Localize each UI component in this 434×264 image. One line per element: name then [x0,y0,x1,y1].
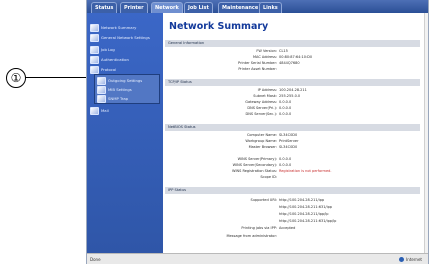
page-icon [97,85,106,94]
section-general-header: General Information [165,40,420,47]
main-content: Network Summary General Information FW V… [165,13,425,253]
sidebar-item-job-log[interactable]: Job Log [90,45,115,54]
sidebar-item-outgoing-settings[interactable]: Outgoing Settings [97,76,142,85]
sidebar-item-authentication[interactable]: Authentication [90,55,129,64]
table-row: http://100.204.28.211:631/ipp/lp [279,219,337,223]
status-bar: Done Internet [87,253,428,264]
sidebar-item-network-summary[interactable]: Network Summary [90,23,136,32]
table-row: http://100.204.28.211:631/ipp [279,205,333,209]
table-row: Printing jobs via IPP: Accepted [241,226,296,230]
browser-window: Status Printer Network Job List Maintena… [86,0,429,264]
page-icon [97,94,106,103]
section-tcpip-header: TCP/IP Status [165,79,420,86]
tab-network[interactable]: Network [151,2,183,13]
tab-job-list[interactable]: Job List [184,2,213,13]
table-row: Supported URI: http://100.204.28.211/ipp [250,198,325,202]
vertical-scrollbar[interactable] [424,13,428,253]
sidebar-item-snmp-trap[interactable]: SNMP Trap [97,94,128,103]
sidebar-item-mib-settings[interactable]: MIB Settings [97,85,132,94]
status-text: Done [90,257,101,262]
table-row: http://100.204.28.211/ipp/lp [279,212,329,216]
table-row: Printer Asset Number: [238,67,277,71]
table-row: DNS Server(Sec.): 0.0.0.0 [245,112,292,116]
table-row: Scope ID: [260,175,277,179]
table-row: Message from administrator: [226,234,278,238]
section-netbios-header: NetBIOS Status [165,124,420,131]
tab-printer[interactable]: Printer [120,2,148,13]
page-icon [90,55,99,64]
sidebar-item-protocol[interactable]: Protocol [90,65,116,74]
page-icon [90,106,99,115]
page-icon [97,76,106,85]
tab-status[interactable]: Status [91,2,118,13]
page-title: Network Summary [169,21,269,32]
section-ipp-header: IPP Status [165,187,420,194]
page-icon [90,45,99,54]
page-icon [90,65,99,74]
sidebar-item-general-network[interactable]: General Network Settings [90,33,150,42]
tab-maintenance[interactable]: Maintenance [218,2,263,13]
sidebar: Network Summary General Network Settings… [87,13,163,253]
tab-links[interactable]: Links [259,2,282,13]
table-row: Master Browser: SL34C0D0 [248,145,298,149]
page-icon [90,33,99,42]
callout-number: ① [6,68,26,88]
top-tab-bar: Status Printer Network Job List Maintena… [87,0,428,13]
sidebar-item-mail[interactable]: Mail [90,106,109,115]
zone-indicator: Internet [399,257,422,262]
globe-icon [399,257,405,262]
callout-line [25,77,92,78]
page-icon [90,23,99,32]
